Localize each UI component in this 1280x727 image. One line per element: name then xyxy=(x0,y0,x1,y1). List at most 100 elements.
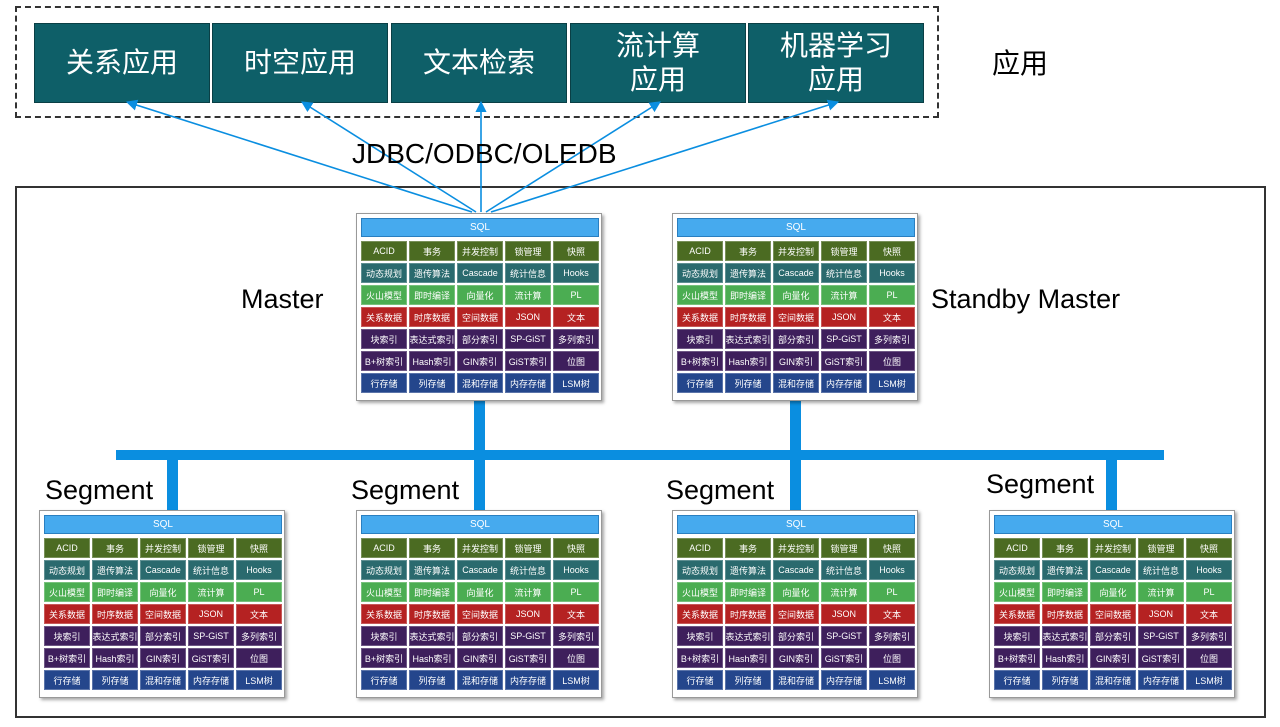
feature-cell: ACID xyxy=(994,538,1040,558)
feature-cell: 列存储 xyxy=(725,670,771,690)
feature-cell: PL xyxy=(869,582,915,602)
feature-cell: 统计信息 xyxy=(821,560,867,580)
feature-cell: 流计算 xyxy=(188,582,234,602)
feature-cell: 遗传算法 xyxy=(409,560,455,580)
feature-cell: 事务 xyxy=(1042,538,1088,558)
feature-cell: ACID xyxy=(361,241,407,261)
feature-cell: 块索引 xyxy=(44,626,90,646)
feature-cell: 流计算 xyxy=(1138,582,1184,602)
feature-cell: 即时编译 xyxy=(725,582,771,602)
feature-cell: 锁管理 xyxy=(505,241,551,261)
feature-cell: 混和存储 xyxy=(140,670,186,690)
feature-cell: 动态规划 xyxy=(677,560,723,580)
feature-cell: B+树索引 xyxy=(361,351,407,371)
feature-cell: 统计信息 xyxy=(1138,560,1184,580)
feature-cell: 流计算 xyxy=(505,285,551,305)
segment-label: Segment xyxy=(351,475,460,505)
feature-cell: 文本 xyxy=(553,307,599,327)
feature-cell: JSON xyxy=(505,307,551,327)
feature-cell: GiST索引 xyxy=(505,648,551,668)
bus-line xyxy=(474,456,485,510)
standby-master-label: Standby Master xyxy=(931,284,1121,314)
feature-cell: 列存储 xyxy=(725,373,771,393)
sql-layer: SQL xyxy=(361,515,599,534)
feature-cell: 块索引 xyxy=(361,329,407,349)
feature-cell: Hooks xyxy=(236,560,282,580)
sql-layer: SQL xyxy=(361,218,599,237)
feature-cell: Hooks xyxy=(553,560,599,580)
feature-cell: GIN索引 xyxy=(773,648,819,668)
feature-cell: 事务 xyxy=(725,241,771,261)
feature-cell: 遗传算法 xyxy=(725,263,771,283)
feature-cell: 空间数据 xyxy=(1090,604,1136,624)
feature-cell: 文本 xyxy=(1186,604,1232,624)
feature-cell: 行存储 xyxy=(677,670,723,690)
feature-cell: 统计信息 xyxy=(188,560,234,580)
feature-cell: 表达式索引 xyxy=(409,329,455,349)
segment-label: Segment xyxy=(45,475,154,505)
feature-cell: 即时编译 xyxy=(725,285,771,305)
feature-cell: 并发控制 xyxy=(140,538,186,558)
feature-cell: 快照 xyxy=(553,241,599,261)
feature-cell: 统计信息 xyxy=(505,263,551,283)
feature-cell: 并发控制 xyxy=(457,241,503,261)
bus-line xyxy=(116,450,1164,460)
feature-cell: 内存存储 xyxy=(505,670,551,690)
feature-cell: Hash索引 xyxy=(725,648,771,668)
feature-cell: 空间数据 xyxy=(773,604,819,624)
feature-cell: 表达式索引 xyxy=(92,626,138,646)
feature-cell: Hash索引 xyxy=(409,648,455,668)
feature-cell: 向量化 xyxy=(457,285,503,305)
feature-cell: 关系数据 xyxy=(44,604,90,624)
feature-cell: 位图 xyxy=(869,648,915,668)
feature-cell: 部分索引 xyxy=(457,329,503,349)
feature-cell: 遗传算法 xyxy=(725,560,771,580)
feature-cell: 空间数据 xyxy=(457,307,503,327)
feature-cell: 块索引 xyxy=(994,626,1040,646)
feature-cell: B+树索引 xyxy=(677,648,723,668)
feature-cell: 表达式索引 xyxy=(1042,626,1088,646)
feature-cell: GiST索引 xyxy=(505,351,551,371)
feature-cell: PL xyxy=(236,582,282,602)
feature-cell: 表达式索引 xyxy=(725,329,771,349)
feature-cell: ACID xyxy=(677,538,723,558)
feature-cell: Hooks xyxy=(553,263,599,283)
feature-cell: 位图 xyxy=(553,648,599,668)
feature-cell: ACID xyxy=(677,241,723,261)
segment-label: Segment xyxy=(986,469,1095,499)
feature-cell: JSON xyxy=(1138,604,1184,624)
feature-cell: 快照 xyxy=(553,538,599,558)
bus-line xyxy=(790,398,801,454)
feature-cell: 多列索引 xyxy=(236,626,282,646)
feature-cell: 行存储 xyxy=(994,670,1040,690)
feature-cell: Hash索引 xyxy=(725,351,771,371)
feature-cell: GiST索引 xyxy=(821,648,867,668)
feature-cell: B+树索引 xyxy=(44,648,90,668)
feature-cell: 块索引 xyxy=(677,329,723,349)
feature-cell: 快照 xyxy=(869,538,915,558)
feature-cell: 混和存储 xyxy=(773,373,819,393)
feature-cell: Hooks xyxy=(869,263,915,283)
feature-cell: GIN索引 xyxy=(773,351,819,371)
feature-cell: PL xyxy=(869,285,915,305)
feature-cell: 内存存储 xyxy=(821,373,867,393)
feature-cell: 位图 xyxy=(1186,648,1232,668)
feature-cell: ACID xyxy=(361,538,407,558)
feature-cell: 遗传算法 xyxy=(92,560,138,580)
feature-cell: 部分索引 xyxy=(457,626,503,646)
feature-cell: ACID xyxy=(44,538,90,558)
feature-cell: SP-GiST xyxy=(505,329,551,349)
feature-cell: 行存储 xyxy=(44,670,90,690)
feature-cell: 列存储 xyxy=(409,373,455,393)
feature-cell: 火山模型 xyxy=(994,582,1040,602)
segment-node-panel: SQL ACID 事务 并发控制 锁管理 快照 动态规划 遗传算法 Cascade 统计信息 Hoo… xyxy=(672,510,918,698)
feature-cell: Hooks xyxy=(1186,560,1232,580)
bus-line xyxy=(167,456,178,510)
feature-cell: 时序数据 xyxy=(409,604,455,624)
feature-cell: Cascade xyxy=(457,263,503,283)
feature-cell: SP-GiST xyxy=(1138,626,1184,646)
feature-cell: 锁管理 xyxy=(1138,538,1184,558)
feature-cell: 事务 xyxy=(409,538,455,558)
feature-cell: 列存储 xyxy=(1042,670,1088,690)
feature-cell: 并发控制 xyxy=(773,241,819,261)
